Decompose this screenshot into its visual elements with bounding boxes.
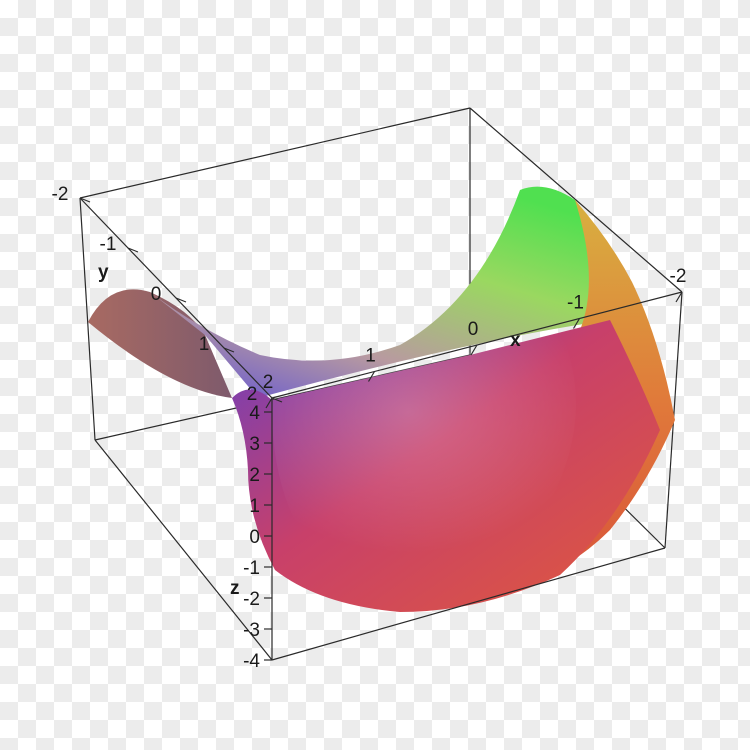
y-tick-label: 1 [199, 334, 210, 355]
z-tick-label: 2 [249, 465, 260, 486]
z-tick-label: 4 [249, 403, 260, 424]
y-tick-label: -2 [52, 184, 69, 205]
z-tick-label: -2 [243, 589, 260, 610]
x-axis-label: x [510, 330, 521, 351]
y-tick-label: 2 [247, 384, 258, 405]
z-tick-label: 0 [249, 527, 260, 548]
y-tick-label: -1 [100, 234, 117, 255]
x-tick-label: -2 [670, 266, 687, 287]
z-tick-label: -3 [243, 620, 260, 641]
z-tick-label: 1 [249, 496, 260, 517]
x-tick-label: 2 [263, 372, 274, 393]
y-axis-label: y [98, 262, 109, 283]
x-tick-label: 1 [365, 346, 376, 367]
box-edge-back [79, 107, 471, 199]
chart-canvas: -2 -1 0 1 2 x -2 -1 0 1 2 y -4 -3 -2 -1 0 1 2 3 4 z [0, 0, 750, 750]
surface-left-flap [88, 289, 232, 398]
z-tick-label: 3 [249, 434, 260, 455]
x-tick-label: 0 [468, 319, 479, 340]
z-tick-label: -4 [243, 651, 260, 672]
z-axis-label: z [230, 578, 240, 599]
y-tick-label: 0 [151, 284, 162, 305]
z-tick-label: -1 [243, 558, 260, 579]
x-tick-label: -1 [567, 293, 584, 314]
surface-plot: -2 -1 0 1 2 x -2 -1 0 1 2 y -4 -3 -2 -1 0 1 2 3 4 z [52, 107, 687, 672]
